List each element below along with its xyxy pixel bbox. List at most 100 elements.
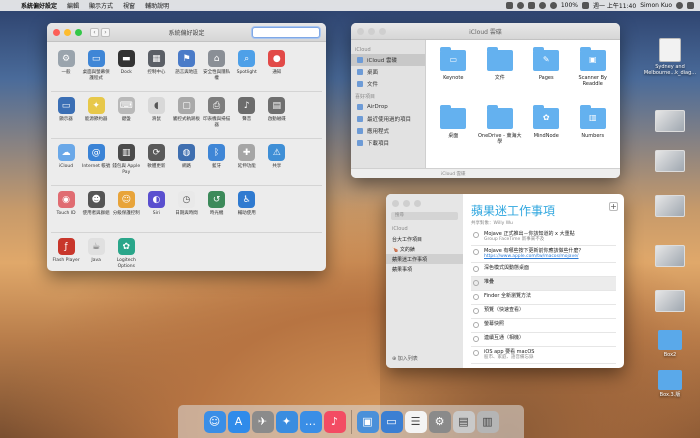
- desktop-icon-item[interactable]: Sydney and Melbourne...k_diag...: [642, 38, 698, 76]
- reminder-checkbox[interactable]: [473, 232, 479, 238]
- spotlight-menu-icon[interactable]: [676, 2, 683, 9]
- sidebar-item[interactable]: AirDrop: [351, 101, 425, 113]
- reminder-checkbox[interactable]: [473, 280, 479, 286]
- folder-item[interactable]: OneDrive - 東海大學: [477, 104, 524, 159]
- pref-pane[interactable]: ▭ 顯示器: [51, 95, 81, 135]
- pref-pane[interactable]: ▦ 控制中心: [141, 48, 171, 88]
- sidebar-item[interactable]: 桌面: [351, 66, 425, 78]
- reminder-row[interactable]: 螢幕快照: [471, 319, 616, 333]
- messages-icon[interactable]: …: [299, 410, 322, 433]
- pref-pane[interactable]: ▢ 觸控式軌跡板: [171, 95, 201, 135]
- reminder-checkbox[interactable]: [473, 294, 479, 300]
- pref-pane[interactable]: ⌂ 安全性與隱私權: [202, 48, 232, 88]
- desktop-icon-item[interactable]: Box.3.版: [642, 370, 698, 398]
- reminder-row[interactable]: 預覽（快速查看）: [471, 305, 616, 319]
- sidebar-item[interactable]: 文件: [351, 78, 425, 90]
- reminder-row[interactable]: Mojave 正式推出－你該知道的 x 大重點 Group FaceTime 新事…: [471, 229, 616, 246]
- battery-percent[interactable]: 100%: [561, 2, 578, 9]
- add-reminder-button[interactable]: +: [609, 202, 618, 211]
- sidebar-item[interactable]: 下載項目: [351, 137, 425, 149]
- pref-pane[interactable]: ◉ Touch ID: [51, 189, 81, 229]
- user-name[interactable]: Simon Kuo: [640, 2, 672, 9]
- desktop-icon-item[interactable]: Box2: [642, 330, 698, 358]
- desktop-icon-item[interactable]: [642, 110, 698, 132]
- status-app-icon[interactable]: [505, 2, 513, 9]
- reminder-checkbox[interactable]: [473, 322, 479, 328]
- reminder-checkbox[interactable]: [473, 308, 479, 314]
- music-icon[interactable]: ♪: [323, 410, 346, 433]
- notification-center-icon[interactable]: [687, 2, 694, 9]
- status-dropbox-icon[interactable]: [527, 2, 535, 9]
- pref-pane[interactable]: ⚙ 一般: [51, 48, 81, 88]
- minimize-button[interactable]: [403, 199, 410, 207]
- pref-pane[interactable]: ☺ 分級保護控制: [111, 189, 141, 229]
- pref-pane[interactable]: ☕ Java: [81, 236, 111, 271]
- trash-icon[interactable]: ▥: [476, 410, 499, 433]
- reminder-list-item[interactable]: 蘋果迷工作事項: [386, 254, 463, 264]
- reminder-list-item[interactable]: 台大工作項目: [386, 234, 463, 244]
- pref-pane[interactable]: ⚑ 語言與地區: [171, 48, 201, 88]
- pref-pane[interactable]: ⌕ Spotlight: [232, 48, 262, 88]
- folder-item[interactable]: ▥ Numbers: [570, 104, 617, 159]
- pref-pane[interactable]: ⟳ 軟體更新: [141, 142, 171, 182]
- status-bluetooth-icon[interactable]: [538, 2, 546, 9]
- status-sync-icon[interactable]: [516, 2, 524, 9]
- reminder-checkbox[interactable]: [473, 266, 479, 272]
- pref-pane[interactable]: ☁ iCloud: [51, 142, 81, 182]
- menu-edit[interactable]: 編輯: [62, 1, 84, 10]
- pref-pane[interactable]: ✚ 延伸功能: [232, 142, 262, 182]
- status-wifi-icon[interactable]: [549, 2, 557, 9]
- close-button[interactable]: [392, 199, 399, 207]
- desktop-icon-item[interactable]: [642, 245, 698, 267]
- pref-pane[interactable]: ▬ Dock: [111, 48, 141, 88]
- clock[interactable]: 週一 上午11:40: [593, 1, 636, 10]
- menu-app-name[interactable]: 系統偏好設定: [16, 1, 62, 10]
- reminders-icon[interactable]: ☰: [404, 410, 427, 433]
- pref-pane[interactable]: ◖ 滑鼠: [141, 95, 171, 135]
- reminder-checkbox[interactable]: [473, 249, 479, 255]
- pref-pane[interactable]: ✿ Logitech Options: [111, 236, 141, 271]
- pref-pane[interactable]: ♪ 聲音: [232, 95, 262, 135]
- safari-icon[interactable]: ✦: [275, 410, 298, 433]
- forward-button[interactable]: ›: [101, 27, 110, 37]
- keynote-icon[interactable]: ▭: [380, 410, 403, 433]
- folder-item[interactable]: ✎ Pages: [523, 46, 570, 101]
- minimize-button[interactable]: [64, 28, 71, 36]
- pref-pane[interactable]: ↺ 時光機: [202, 189, 232, 229]
- desktop-icon-item[interactable]: [642, 150, 698, 172]
- pref-pane[interactable]: ◐ Siri: [141, 189, 171, 229]
- pref-pane[interactable]: ▤ 啟動磁碟: [262, 95, 292, 135]
- folder-item[interactable]: 文件: [477, 46, 524, 101]
- system-preferences-icon[interactable]: ⚙: [428, 410, 451, 433]
- pref-pane[interactable]: ☻ 使用者與群組: [81, 189, 111, 229]
- pref-pane[interactable]: ᛒ 藍牙: [202, 142, 232, 182]
- pref-pane[interactable]: ▥ 錢包與 Apple Pay: [111, 142, 141, 182]
- back-button[interactable]: ‹: [90, 27, 99, 37]
- pref-pane[interactable]: ✦ 能源節約器: [81, 95, 111, 135]
- reminder-row[interactable]: 堆疊: [471, 277, 616, 291]
- pref-pane[interactable]: ♿ 輔助使用: [232, 189, 262, 229]
- menu-window[interactable]: 視窗: [118, 1, 140, 10]
- reminder-list-item[interactable]: 蘋果事項: [386, 264, 463, 274]
- sidebar-item[interactable]: 最近使用過的項目: [351, 113, 425, 125]
- app-store-icon[interactable]: A: [227, 410, 250, 433]
- reminder-row[interactable]: iOS app 要看 macOS 股市、家庭、語音備忘錄: [471, 347, 616, 364]
- pref-pane[interactable]: ▭ 桌面與螢幕保護程式: [81, 48, 111, 88]
- finder-icon[interactable]: ☺: [203, 410, 226, 433]
- desktop-folder-icon[interactable]: ▣: [356, 410, 379, 433]
- pref-pane[interactable]: ● 通知: [262, 48, 292, 88]
- battery-icon[interactable]: [581, 2, 589, 9]
- add-list-button[interactable]: ⊕ 加入列表: [392, 355, 418, 362]
- folder-item[interactable]: 桌面: [430, 104, 477, 159]
- reminder-row[interactable]: Finder 全新瀏覽方法: [471, 291, 616, 305]
- reminder-row[interactable]: Mojave 有哪些按下更新前你應該做些什麼？ https://www.apple…: [471, 246, 616, 263]
- sidebar-item[interactable]: 應用程式: [351, 125, 425, 137]
- sidebar-item[interactable]: iCloud 雲碟: [351, 54, 425, 66]
- folder-item[interactable]: ✿ MindNode: [523, 104, 570, 159]
- desktop-icon-item[interactable]: [642, 290, 698, 312]
- search-input[interactable]: [252, 27, 320, 38]
- pref-pane[interactable]: @ Internet 帳號: [81, 142, 111, 182]
- reminder-row[interactable]: 深色模式與動態桌面: [471, 263, 616, 277]
- launchpad-icon[interactable]: ✈: [251, 410, 274, 433]
- search-input[interactable]: 搜尋: [391, 212, 458, 220]
